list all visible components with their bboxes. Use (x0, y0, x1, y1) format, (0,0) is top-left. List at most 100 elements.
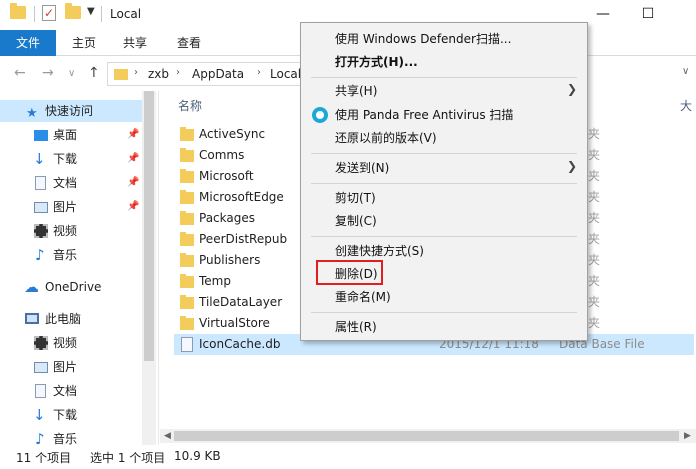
nav-pc-documents[interactable]: 文档 (0, 380, 142, 402)
navpane-scrollbar[interactable] (142, 91, 156, 445)
folder-icon (180, 232, 194, 246)
file-name: VirtualStore (199, 316, 270, 330)
menu-item-panda-scan[interactable]: 使用 Panda Free Antivirus 扫描 (335, 107, 513, 123)
column-header-size[interactable]: 大 (680, 97, 692, 114)
forward-arrow-icon[interactable]: → (42, 65, 54, 81)
pin-icon[interactable]: 📌 (127, 172, 139, 194)
nav-label: OneDrive (45, 280, 102, 294)
file-type: 夹 (588, 148, 601, 162)
folder-icon (180, 253, 194, 267)
qat-dropdown-icon[interactable]: ▼ (87, 6, 95, 17)
nav-downloads[interactable]: ↓ 下载 📌 (0, 148, 142, 170)
maximize-button[interactable]: ☐ (637, 4, 659, 24)
tab-share[interactable]: 共享 (123, 30, 147, 56)
file-type: 夹 (588, 190, 601, 204)
nav-pc-music[interactable]: ♪ 音乐 (0, 428, 142, 445)
breadcrumb-zxb[interactable]: zxb (148, 67, 169, 81)
address-bar[interactable]: › zxb › AppData › Local (107, 62, 307, 86)
properties-check-icon[interactable]: ✓ (42, 5, 56, 21)
recent-dropdown-icon[interactable]: ∨ (68, 68, 75, 79)
chevron-right-icon[interactable]: › (134, 67, 138, 78)
menu-item-properties[interactable]: 属性(R) (335, 319, 377, 335)
tab-view[interactable]: 查看 (177, 30, 201, 56)
navpane-scrollbar-thumb[interactable] (144, 91, 154, 361)
nav-label: 音乐 (53, 248, 78, 262)
folder-icon (180, 148, 194, 162)
folder-icon (180, 190, 194, 204)
column-header-name[interactable]: 名称 (178, 97, 202, 114)
file-type: 夹 (588, 295, 601, 309)
menu-separator (311, 77, 577, 78)
file-name: Temp (199, 274, 231, 288)
nav-label: 视频 (53, 224, 78, 238)
nav-documents[interactable]: 文档 📌 (0, 172, 142, 194)
new-folder-icon[interactable] (65, 3, 81, 19)
menu-item-defender-scan[interactable]: 使用 Windows Defender扫描... (335, 31, 511, 47)
file-name: Packages (199, 211, 255, 225)
file-name: MicrosoftEdge (199, 190, 284, 204)
minimize-button[interactable]: — (592, 4, 614, 24)
menu-item-restore[interactable]: 还原以前的版本(V) (335, 130, 437, 146)
folder-icon (114, 69, 128, 80)
nav-label: 音乐 (53, 432, 78, 445)
up-arrow-icon[interactable]: ↑ (88, 65, 100, 81)
pin-icon[interactable]: 📌 (127, 196, 139, 218)
menu-item-rename[interactable]: 重命名(M) (335, 289, 391, 305)
computer-icon (25, 313, 39, 324)
nav-onedrive[interactable]: ☁ OneDrive (0, 276, 142, 298)
nav-pc-downloads[interactable]: ↓ 下载 (0, 404, 142, 426)
menu-item-send-to[interactable]: 发送到(N) (335, 160, 389, 176)
file-type: 夹 (588, 211, 601, 225)
selection-count: 选中 1 个项目 (90, 451, 166, 465)
chevron-right-icon[interactable]: › (257, 67, 261, 78)
scroll-right-arrow-icon[interactable]: ▶ (684, 429, 691, 443)
nav-desktop[interactable]: 桌面 📌 (0, 124, 142, 146)
file-name: Publishers (199, 253, 261, 267)
database-file-icon (181, 337, 193, 352)
nav-quick-access[interactable]: ★ 快速访问 (0, 100, 142, 122)
delete-highlight-box (316, 260, 383, 285)
document-icon (35, 384, 46, 398)
pin-icon[interactable]: 📌 (127, 148, 139, 170)
file-name: TileDataLayer (199, 295, 283, 309)
status-bar: 11 个项目 选中 1 个项目 10.9 KB (0, 445, 696, 469)
menu-item-open-with[interactable]: 打开方式(H)... (335, 54, 418, 70)
menu-item-cut[interactable]: 剪切(T) (335, 190, 376, 206)
nav-this-pc[interactable]: 此电脑 (0, 308, 142, 330)
nav-label: 下载 (53, 152, 78, 166)
menu-item-share[interactable]: 共享(H) (335, 83, 377, 99)
menu-item-copy[interactable]: 复制(C) (335, 213, 377, 229)
breadcrumb-local[interactable]: Local (270, 67, 301, 81)
file-name: IconCache.db (199, 337, 281, 351)
desktop-icon (34, 130, 48, 141)
nav-label: 图片 (53, 360, 78, 374)
chevron-right-icon[interactable]: › (176, 67, 180, 78)
back-arrow-icon[interactable]: ← (14, 65, 26, 81)
pin-icon[interactable]: 📌 (127, 124, 139, 146)
file-type: 夹 (588, 169, 601, 183)
window-title: Local (110, 7, 142, 21)
star-icon: ★ (26, 106, 38, 121)
nav-pc-videos[interactable]: 视频 (0, 332, 142, 354)
nav-videos[interactable]: 视频 (0, 220, 142, 242)
item-count: 11 个项目 (16, 451, 72, 465)
tab-file[interactable]: 文件 (0, 30, 56, 56)
nav-pictures[interactable]: 图片 📌 (0, 196, 142, 218)
menu-item-create-shortcut[interactable]: 创建快捷方式(S) (335, 243, 424, 259)
horizontal-scrollbar-thumb[interactable] (174, 431, 679, 441)
scroll-left-arrow-icon[interactable]: ◀ (164, 429, 171, 443)
nav-label: 图片 (53, 200, 78, 214)
panda-antivirus-icon (312, 107, 328, 123)
horizontal-scrollbar[interactable]: ◀ ▶ (160, 429, 696, 443)
nav-music[interactable]: ♪ 音乐 (0, 244, 142, 266)
context-menu: 使用 Windows Defender扫描... 打开方式(H)... 共享(H… (300, 22, 588, 341)
file-type: 夹 (588, 253, 601, 267)
nav-label: 桌面 (53, 128, 78, 142)
nav-label: 视频 (53, 336, 78, 350)
pane-divider[interactable] (158, 91, 159, 445)
tab-home[interactable]: 主页 (72, 30, 96, 56)
breadcrumb-appdata[interactable]: AppData (192, 67, 244, 81)
address-dropdown-icon[interactable]: ∨ (682, 66, 689, 77)
download-arrow-icon: ↓ (33, 406, 46, 424)
nav-pc-pictures[interactable]: 图片 (0, 356, 142, 378)
